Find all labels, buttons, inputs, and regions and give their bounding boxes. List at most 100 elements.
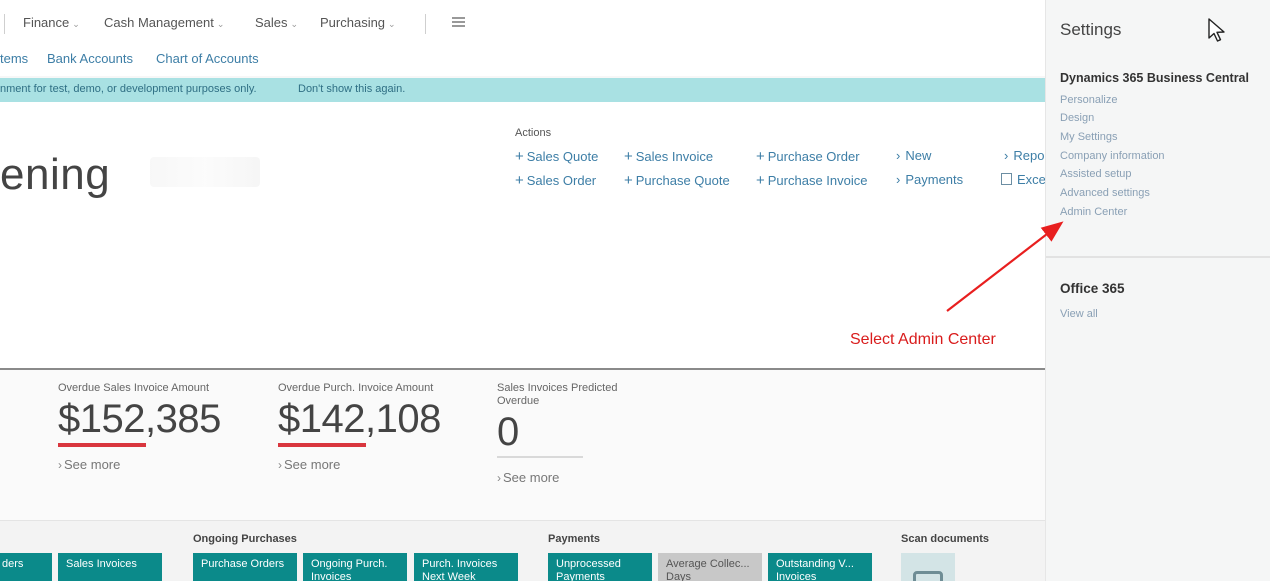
action-sales-quote[interactable]: + Sales Quote xyxy=(515,148,598,165)
menu-sales[interactable]: Sales ⌄ xyxy=(255,15,298,30)
chevron-right-icon: › xyxy=(896,172,901,187)
tile-outstanding-vendor-invoices[interactable]: Outstanding V... Invoices xyxy=(768,553,872,581)
chevron-right-icon: › xyxy=(497,471,501,485)
subnav-link-items[interactable]: tems xyxy=(0,51,28,66)
action-purchase-invoice[interactable]: + Purchase Invoice xyxy=(756,172,868,189)
kpi-label: Sales Invoices Predicted Overdue xyxy=(497,382,618,407)
plus-icon: + xyxy=(624,172,633,189)
settings-divider xyxy=(1046,256,1270,258)
action-sales-invoice[interactable]: + Sales Invoice xyxy=(624,148,713,165)
action-new[interactable]: › New xyxy=(896,148,931,163)
nav-separator xyxy=(4,14,5,34)
action-payments[interactable]: › Payments xyxy=(896,172,963,187)
chevron-right-icon: › xyxy=(278,458,282,472)
menu-label: Cash Management xyxy=(104,15,214,30)
chevron-down-icon: ⌄ xyxy=(290,19,299,29)
settings-link-company-information[interactable]: Company information xyxy=(1060,150,1165,162)
action-label: Purchase Order xyxy=(767,149,860,164)
action-label: Payments xyxy=(905,172,964,187)
settings-link-my-settings[interactable]: My Settings xyxy=(1060,131,1117,143)
settings-link-view-all[interactable]: View all xyxy=(1060,308,1098,320)
action-label: Repo xyxy=(1013,148,1045,163)
banner-dismiss-link[interactable]: Don't show this again. xyxy=(298,83,405,95)
subnav-link-chart-of-accounts[interactable]: Chart of Accounts xyxy=(156,51,259,66)
kpi-label: Overdue Sales Invoice Amount xyxy=(58,382,210,394)
top-navigation: Finance ⌄ Cash Management ⌄ Sales ⌄ Purchas… xyxy=(0,0,1045,46)
kpi-value: $142,108 xyxy=(278,397,441,441)
scan-document-tile[interactable] xyxy=(901,553,955,581)
chevron-down-icon: ⌄ xyxy=(72,19,80,29)
action-excel[interactable]: Exce xyxy=(1001,172,1045,187)
tile-purch-invoices-next-week[interactable]: Purch. Invoices Next Week xyxy=(414,553,518,581)
kpi-value: $152,385 xyxy=(58,397,221,441)
action-sales-order[interactable]: + Sales Order xyxy=(515,172,596,189)
settings-link-assisted-setup[interactable]: Assisted setup xyxy=(1060,168,1132,180)
tile-unprocessed-payments[interactable]: Unprocessed Payments xyxy=(548,553,652,581)
action-label: Sales Quote xyxy=(526,149,599,164)
tile-purchase-orders[interactable]: Purchase Orders xyxy=(193,553,297,581)
settings-pane: Settings Dynamics 365 Business Central P… xyxy=(1045,0,1270,581)
group-title-payments: Payments xyxy=(548,533,600,545)
kpi-section: Overdue Sales Invoice Amount $152,385 › S… xyxy=(0,370,1045,520)
kpi-sales-invoices-predicted-overdue[interactable]: Sales Invoices Predicted Overdue 0 › See … xyxy=(497,382,687,485)
see-more-label: See more xyxy=(284,457,341,472)
menu-label: Purchasing xyxy=(320,15,386,30)
chevron-right-icon: › xyxy=(896,148,901,163)
see-more-label: See more xyxy=(64,457,121,472)
kpi-indicator-bar xyxy=(278,443,366,447)
section-title-office-365: Office 365 xyxy=(1060,281,1125,296)
see-more-link[interactable]: › See more xyxy=(58,457,248,472)
tile-ongoing-purch-invoices[interactable]: Ongoing Purch. Invoices xyxy=(303,553,407,581)
chevron-right-icon: › xyxy=(58,458,62,472)
kpi-overdue-sales-invoice[interactable]: Overdue Sales Invoice Amount $152,385 › S… xyxy=(58,382,248,472)
section-title-d365: Dynamics 365 Business Central xyxy=(1060,71,1249,85)
action-label: Purchase Invoice xyxy=(767,173,868,188)
tile-sales-invoices[interactable]: Sales Invoices xyxy=(58,553,162,581)
app-window: Finance ⌄ Cash Management ⌄ Sales ⌄ Purchas… xyxy=(0,0,1270,581)
plus-icon: + xyxy=(515,148,524,165)
banner-message: nment for test, demo, or development pur… xyxy=(0,83,257,95)
settings-link-design[interactable]: Design xyxy=(1060,112,1094,124)
greeting-title: ening xyxy=(0,150,111,199)
nav-separator xyxy=(425,14,426,34)
see-more-link[interactable]: › See more xyxy=(497,470,687,485)
action-label: Exce xyxy=(1017,172,1045,187)
plus-icon: + xyxy=(515,172,524,189)
action-label: Purchase Quote xyxy=(635,173,730,188)
blurred-user-name xyxy=(150,157,260,187)
annotation-text: Select Admin Center xyxy=(850,331,996,348)
action-label: New xyxy=(905,148,932,163)
mouse-cursor-icon xyxy=(1208,18,1225,42)
action-label: Sales Invoice xyxy=(635,149,714,164)
kpi-indicator-bar xyxy=(497,456,583,458)
sub-navigation: tems Bank Accounts Chart of Accounts xyxy=(0,46,1045,76)
main-content: Finance ⌄ Cash Management ⌄ Sales ⌄ Purchas… xyxy=(0,0,1045,581)
menu-finance[interactable]: Finance ⌄ xyxy=(23,15,80,30)
action-reports[interactable]: › Repo xyxy=(1004,148,1044,163)
plus-icon: + xyxy=(624,148,633,165)
notification-banner: nment for test, demo, or development pur… xyxy=(0,78,1045,102)
plus-icon: + xyxy=(756,172,765,189)
settings-link-personalize[interactable]: Personalize xyxy=(1060,94,1117,106)
kpi-overdue-purch-invoice[interactable]: Overdue Purch. Invoice Amount $142,108 ›… xyxy=(278,382,468,472)
settings-link-admin-center[interactable]: Admin Center xyxy=(1060,206,1127,218)
tile-average-collection-days[interactable]: Average Collec... Days xyxy=(658,553,762,581)
settings-link-advanced-settings[interactable]: Advanced settings xyxy=(1060,187,1150,199)
action-purchase-quote[interactable]: + Purchase Quote xyxy=(624,172,730,189)
kpi-label: Overdue Purch. Invoice Amount xyxy=(278,382,434,394)
activity-tiles-section: Ongoing Purchases Payments Scan document… xyxy=(0,520,1045,581)
chevron-right-icon: › xyxy=(1004,148,1009,163)
menu-cash-management[interactable]: Cash Management ⌄ xyxy=(104,15,224,30)
kpi-value: 0 xyxy=(497,410,519,454)
menu-purchasing[interactable]: Purchasing ⌄ xyxy=(320,15,396,30)
hamburger-menu-icon[interactable] xyxy=(452,17,465,27)
menu-label: Sales xyxy=(255,15,288,30)
chevron-down-icon: ⌄ xyxy=(216,19,225,29)
action-label: Sales Order xyxy=(526,173,597,188)
headline-section: ening Actions + Sales Quote + Sales Order … xyxy=(0,102,1045,368)
tile-sales-orders[interactable]: ders xyxy=(0,553,52,581)
see-more-label: See more xyxy=(503,470,560,485)
action-purchase-order[interactable]: + Purchase Order xyxy=(756,148,860,165)
see-more-link[interactable]: › See more xyxy=(278,457,468,472)
subnav-link-bank-accounts[interactable]: Bank Accounts xyxy=(47,51,133,66)
